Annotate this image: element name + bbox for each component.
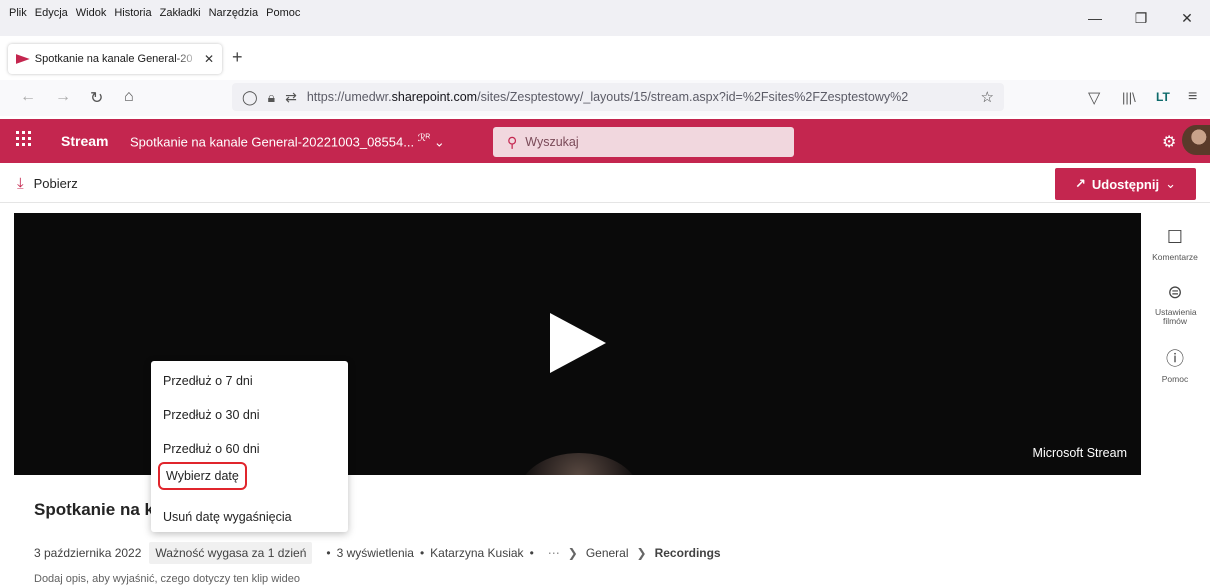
separator: • — [326, 546, 331, 560]
more-icon[interactable]: ⋯ — [548, 546, 560, 560]
back-icon[interactable]: ← — [20, 88, 36, 106]
download-label: Pobierz — [33, 176, 78, 191]
chevron-right-icon: ❯ — [567, 546, 578, 560]
expiry-button[interactable]: Ważność wygasa za 1 dzień — [149, 542, 313, 564]
video-heading: Spotkanie na k — [34, 500, 154, 519]
chevron-right-icon: ❯ — [636, 546, 647, 560]
reload-icon[interactable]: ↻ — [90, 88, 103, 108]
menu-history[interactable]: Historia — [113, 7, 152, 19]
help-icon: ⓘ — [1166, 349, 1184, 369]
menu-help[interactable]: Pomoc — [265, 7, 301, 19]
video-author[interactable]: Katarzyna Kusiak — [430, 546, 523, 560]
gear-icon[interactable]: ⚙ — [1162, 132, 1176, 152]
avatar[interactable] — [1182, 125, 1210, 155]
app-name[interactable]: Stream — [61, 133, 108, 149]
share-icon: ↗ — [1075, 176, 1086, 191]
extend-60-days[interactable]: Przedłuż o 60 dni — [157, 440, 266, 458]
search-placeholder: Wyszukaj — [525, 135, 579, 149]
window-controls: — ❐ ✕ — [1072, 0, 1210, 36]
tab-close-icon[interactable]: ✕ — [204, 52, 214, 66]
breadcrumb-general[interactable]: General — [586, 546, 629, 560]
video-date: 3 października 2022 — [34, 546, 142, 560]
remove-expiry-date[interactable]: Usuń datę wygaśnięcia — [157, 508, 298, 526]
extend-30-days[interactable]: Przedłuż o 30 dni — [157, 406, 266, 424]
url-text: https://umedwr.sharepoint.com/sites/Zesp… — [306, 90, 909, 104]
choose-date[interactable]: Wybierz datę — [158, 462, 247, 490]
share-label: Udostępnij — [1091, 176, 1160, 192]
people-icon: ℛᴿ — [417, 133, 431, 144]
tab-title: Spotkanie na kanale General-20 — [34, 53, 193, 65]
stream-favicon-icon — [16, 54, 30, 64]
search-icon: ⚲ — [507, 133, 518, 150]
menu-bookmarks[interactable]: Zakładki — [159, 7, 202, 19]
extend-7-days[interactable]: Przedłuż o 7 dni — [157, 372, 259, 390]
menu-list: Plik Edycja Widok Historia Zakładki Narz… — [8, 7, 301, 19]
new-tab-icon[interactable]: + — [232, 47, 243, 68]
rail-comments-label: Komentarze — [1152, 251, 1198, 262]
browser-menubar: Plik Edycja Widok Historia Zakładki Narz… — [0, 0, 1210, 36]
app-menu-icon[interactable]: ≡ — [1188, 88, 1197, 106]
video-frame-person — [519, 453, 639, 475]
library-icon[interactable]: |||\ — [1122, 90, 1136, 105]
settings-toggle-icon: ⊜ — [1167, 282, 1183, 302]
rail-help-label: Pomoc — [1161, 373, 1189, 384]
chevron-down-icon: ⌄ — [1165, 176, 1176, 191]
video-meta: 3 października 2022 Ważność wygasa za 1 … — [34, 542, 721, 564]
menu-view[interactable]: Widok — [75, 7, 108, 19]
separator: • — [419, 546, 425, 560]
menu-tools[interactable]: Narzędzia — [208, 7, 260, 19]
rail-help[interactable]: ⓘ Pomoc — [1140, 349, 1210, 384]
waffle-icon[interactable] — [16, 131, 36, 151]
video-views: 3 wyświetlenia — [336, 546, 414, 560]
command-bar: ⤓ Pobierz — [0, 163, 1210, 203]
rail-comments[interactable]: ☐ Komentarze — [1140, 227, 1210, 262]
rail-settings-label: Ustawienia filmów — [1155, 306, 1197, 327]
bookmark-star-icon[interactable]: ☆ — [981, 88, 994, 106]
restore-icon[interactable]: ❐ — [1118, 0, 1164, 36]
breadcrumb-recordings[interactable]: Recordings — [655, 546, 721, 560]
comment-icon: ☐ — [1166, 227, 1184, 247]
lock-icon[interactable]: 🔒︎ — [268, 89, 275, 106]
menu-file[interactable]: Plik — [8, 7, 28, 19]
player-brand: Microsoft Stream — [1032, 446, 1127, 460]
home-icon[interactable]: ⌂ — [124, 88, 134, 106]
expiry-dropdown: Przedłuż o 7 dni Przedłuż o 30 dni Przed… — [151, 361, 348, 532]
forward-icon[interactable]: → — [55, 88, 71, 106]
address-bar[interactable]: ◯ 🔒︎ ⇄ https://umedwr.sharepoint.com/sit… — [232, 83, 1004, 111]
separator: • — [529, 546, 534, 560]
permissions-icon[interactable]: ⇄ — [285, 89, 297, 106]
chevron-down-icon: ⌄ — [433, 134, 445, 150]
header-video-title[interactable]: Spotkanie na kanale General-20221003_085… — [130, 133, 445, 150]
share-button[interactable]: ↗ Udostępnij ⌄ — [1055, 168, 1196, 200]
pocket-icon[interactable]: ▽ — [1088, 88, 1100, 108]
minimize-icon[interactable]: — — [1072, 0, 1118, 36]
browser-tab[interactable]: Spotkanie na kanale General-20 ✕ — [8, 44, 222, 74]
extension-icon[interactable]: LT — [1156, 90, 1170, 104]
download-button[interactable]: ⤓ Pobierz — [17, 175, 78, 192]
shield-icon[interactable]: ◯ — [242, 89, 258, 106]
menu-edit[interactable]: Edycja — [34, 7, 69, 19]
download-icon: ⤓ — [17, 175, 24, 192]
search-box[interactable]: ⚲ Wyszukaj — [493, 127, 794, 157]
description-field[interactable]: Dodaj opis, aby wyjaśnić, czego dotyczy … — [34, 573, 300, 585]
rail-settings[interactable]: ⊜ Ustawienia filmów — [1140, 282, 1210, 327]
close-window-icon[interactable]: ✕ — [1164, 0, 1210, 36]
play-icon[interactable] — [550, 313, 606, 373]
